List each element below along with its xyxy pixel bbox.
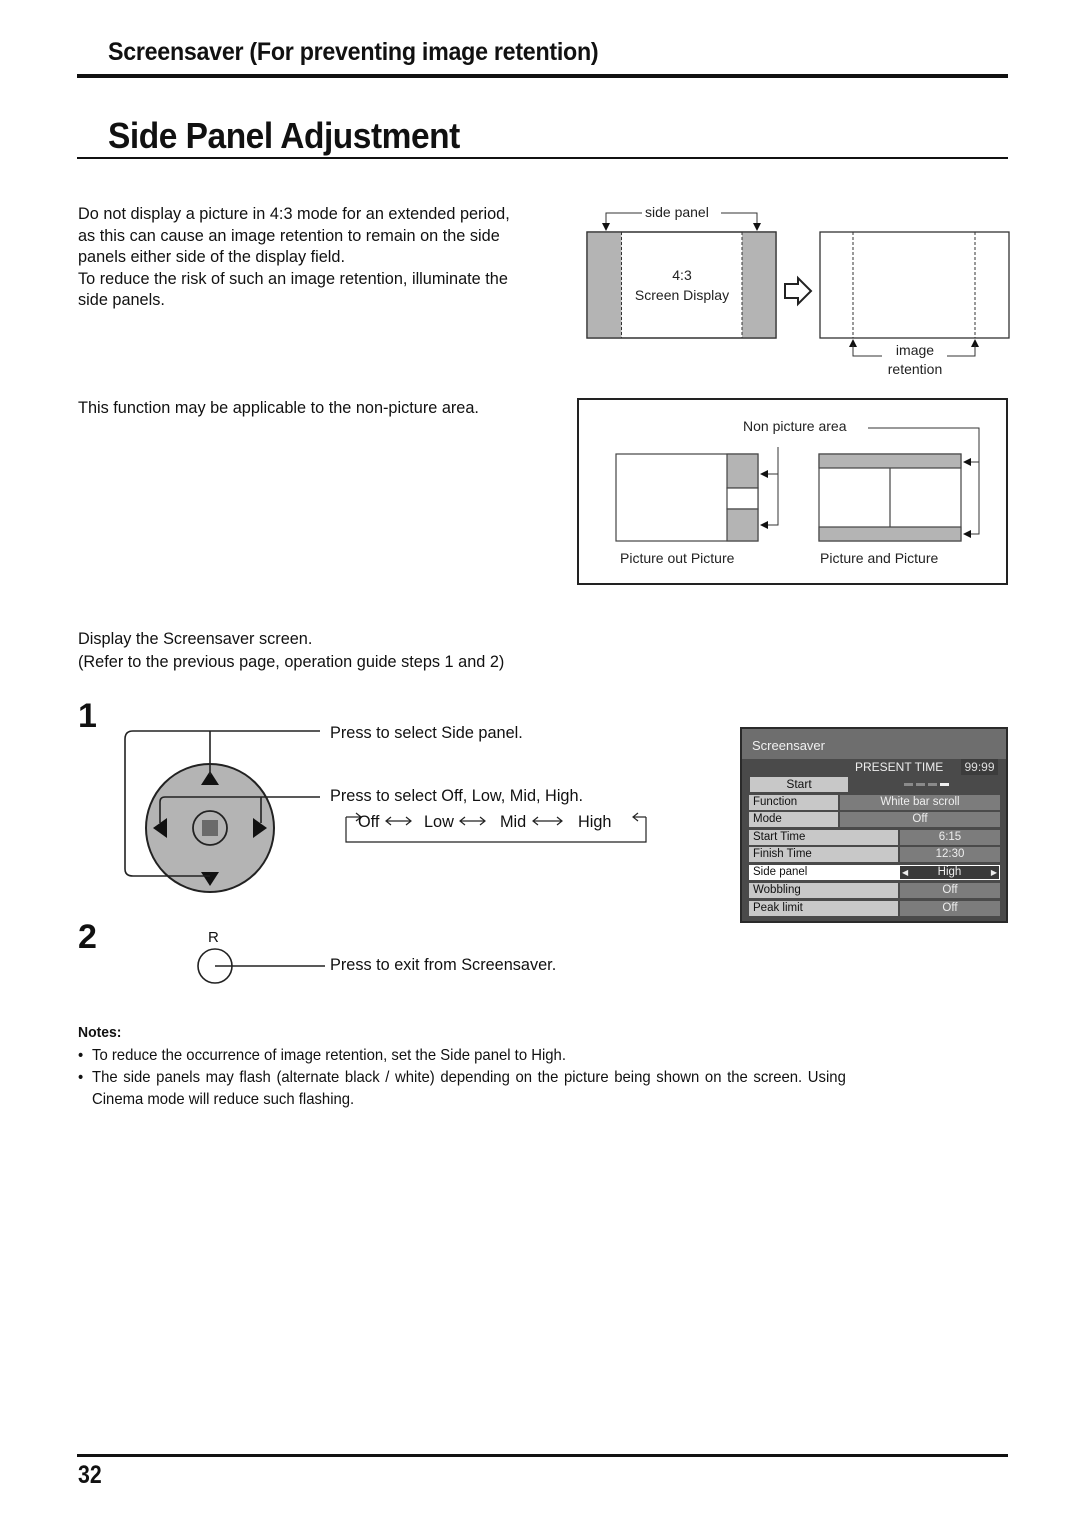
row-value: Off: [840, 812, 1000, 827]
row-label: Mode: [749, 812, 838, 827]
pop-non-picture-bottom: [726, 508, 759, 542]
pop-non-picture-top: [726, 453, 759, 489]
progress-dash: [904, 783, 913, 786]
row-value: Off: [900, 883, 1000, 898]
press-select-side-panel: Press to select Side panel.: [330, 724, 523, 742]
option-low: Low: [424, 813, 454, 831]
progress-dash: [916, 783, 925, 786]
menu-row-mode[interactable]: Mode Off: [749, 812, 1000, 827]
menu-row-finish-time[interactable]: Finish Time 12:30: [749, 847, 1000, 862]
intro-line: Do not display a picture in 4:3 mode for…: [78, 205, 510, 223]
press-exit-screensaver: Press to exit from Screensaver.: [330, 956, 557, 974]
pop-caption: Picture out Picture: [620, 550, 735, 566]
intro-line: To reduce the risk of such an image rete…: [78, 269, 508, 288]
option-mid: Mid: [500, 813, 527, 831]
screen-display-label: 4:3 Screen Display: [620, 265, 744, 305]
return-button-diagram: [197, 948, 325, 984]
pap-caption: Picture and Picture: [820, 550, 939, 566]
pap-non-picture-top: [818, 453, 962, 469]
arrow-down-icon: [602, 223, 610, 231]
page-number: 32: [78, 1461, 102, 1489]
row-label: Side panel: [749, 865, 898, 880]
step-number-2: 2: [78, 918, 97, 956]
menu-title: Screensaver: [742, 729, 1006, 759]
progress-dash-active: [940, 783, 949, 786]
menu-row-wobbling[interactable]: Wobbling Off: [749, 883, 1000, 898]
image-retention-line: image: [895, 342, 935, 358]
instruction-line: (Refer to the previous page, operation g…: [78, 653, 505, 671]
side-panel-label: side panel: [645, 204, 709, 220]
note-item: The side panels may flash (alternate bla…: [92, 1069, 846, 1086]
enter-square-icon: [202, 820, 218, 836]
page-title: Side Panel Adjustment: [108, 115, 460, 156]
aspect-ratio-label: 4:3: [672, 267, 692, 283]
title-divider: [77, 157, 1008, 159]
side-panel-left: [587, 232, 622, 338]
section-divider: [77, 74, 1008, 78]
instruction-line: Display the Screensaver screen.: [78, 630, 313, 648]
pap-non-picture-bottom: [818, 526, 962, 542]
intro-line: as this can cause an image retention to …: [78, 226, 500, 245]
screen-display-text: Screen Display: [634, 287, 730, 303]
option-high: High: [578, 813, 612, 831]
row-label: Wobbling: [749, 883, 898, 898]
row-label: Peak limit: [749, 901, 898, 916]
triangle-right-icon[interactable]: ▶: [991, 866, 997, 879]
progress-dash: [928, 783, 937, 786]
note-bullet: •: [78, 1047, 84, 1064]
remote-control-diagram: [124, 730, 647, 893]
arrow-down-icon: [753, 223, 761, 231]
note-item-continued: Cinema mode will reduce such flashing.: [92, 1091, 355, 1108]
menu-row-function[interactable]: Function White bar scroll: [749, 795, 1000, 810]
menu-row-peak-limit[interactable]: Peak limit Off: [749, 901, 1000, 916]
intro-line: side panels.: [78, 291, 165, 310]
menu-row-side-panel[interactable]: Side panel ◀ High ▶: [749, 865, 1000, 880]
present-time-label: PRESENT TIME: [855, 760, 944, 774]
row-label: Start Time: [749, 830, 898, 845]
r-button-label: R: [208, 929, 219, 946]
row-value: High: [937, 866, 962, 878]
triangle-left-icon[interactable]: ◀: [902, 866, 908, 879]
option-off: Off: [358, 813, 380, 831]
notes-title: Notes:: [78, 1024, 122, 1041]
intro-paragraph: Do not display a picture in 4:3 mode for…: [78, 204, 558, 312]
row-value: White bar scroll: [840, 795, 1000, 810]
applicable-note: This function may be applicable to the n…: [78, 399, 479, 417]
row-label: Finish Time: [749, 847, 898, 862]
non-picture-area-label: Non picture area: [743, 418, 851, 434]
row-label: Function: [749, 795, 838, 810]
step-number-1: 1: [78, 697, 97, 735]
start-button[interactable]: Start: [750, 777, 848, 792]
press-select-level: Press to select Off, Low, Mid, High.: [330, 787, 584, 805]
image-retention-line: retention: [887, 361, 943, 377]
section-heading: Screensaver (For preventing image retent…: [108, 38, 599, 66]
intro-line: panels either side of the display field.: [78, 248, 345, 267]
image-retention-label: image retention: [870, 341, 960, 379]
menu-row-start-time[interactable]: Start Time 6:15: [749, 830, 1000, 845]
note-item: To reduce the occurrence of image retent…: [92, 1047, 566, 1064]
footer-divider: [77, 1454, 1008, 1457]
present-time-value: 99:99: [961, 759, 998, 775]
note-bullet: •: [78, 1069, 84, 1086]
side-panel-right: [742, 232, 776, 338]
screen-retention: [819, 231, 1010, 339]
row-value: 12:30: [900, 847, 1000, 862]
row-value: 6:15: [900, 830, 1000, 845]
row-value: Off: [900, 901, 1000, 916]
screensaver-osd-menu: Screensaver PRESENT TIME 99:99 Start Fun…: [740, 727, 1008, 923]
side-panel-value-selector[interactable]: ◀ High ▶: [900, 866, 999, 879]
hollow-right-arrow-icon: [784, 275, 813, 307]
